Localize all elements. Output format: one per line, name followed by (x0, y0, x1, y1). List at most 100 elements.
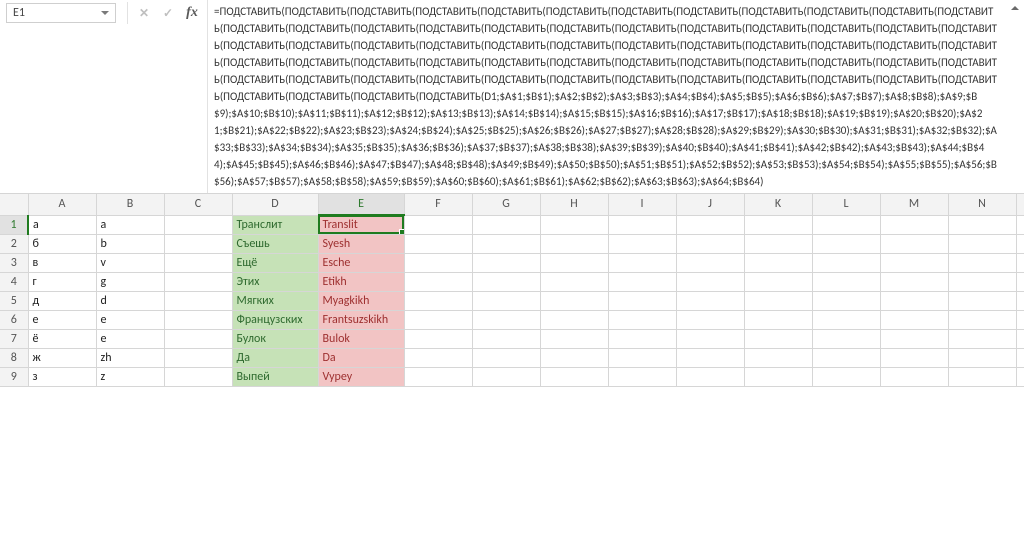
cell[interactable] (164, 329, 232, 348)
cell[interactable] (404, 367, 472, 386)
cell[interactable] (608, 272, 676, 291)
cell[interactable] (608, 310, 676, 329)
cell[interactable] (472, 367, 540, 386)
cell[interactable] (404, 215, 472, 234)
cell[interactable] (164, 234, 232, 253)
column-header[interactable]: M (880, 194, 948, 215)
row-header[interactable]: 7 (0, 329, 28, 348)
cell[interactable] (164, 215, 232, 234)
row-header[interactable]: 6 (0, 310, 28, 329)
cell[interactable] (404, 348, 472, 367)
cell[interactable] (812, 348, 880, 367)
spreadsheet-grid[interactable]: A B C D E F G H I J K L M N O 1аaТрансли… (0, 194, 1024, 387)
cell[interactable]: Выпей (232, 367, 318, 386)
cell[interactable] (676, 310, 744, 329)
column-header[interactable]: I (608, 194, 676, 215)
column-header[interactable]: H (540, 194, 608, 215)
row-header[interactable]: 2 (0, 234, 28, 253)
cell[interactable] (744, 348, 812, 367)
cell[interactable] (1016, 329, 1024, 348)
row-header[interactable]: 8 (0, 348, 28, 367)
cell[interactable]: Да (232, 348, 318, 367)
column-header[interactable]: E (318, 194, 404, 215)
cell[interactable] (812, 367, 880, 386)
cell[interactable] (404, 253, 472, 272)
cell[interactable] (880, 215, 948, 234)
cell[interactable] (472, 253, 540, 272)
enter-button[interactable]: ✓ (157, 3, 179, 23)
cell[interactable] (540, 367, 608, 386)
cell[interactable]: в (28, 253, 96, 272)
cell[interactable] (812, 272, 880, 291)
cell[interactable] (472, 291, 540, 310)
cell[interactable] (744, 234, 812, 253)
cell[interactable] (744, 215, 812, 234)
cell[interactable] (812, 234, 880, 253)
column-header[interactable]: L (812, 194, 880, 215)
cell[interactable] (608, 253, 676, 272)
cell[interactable] (744, 367, 812, 386)
cell[interactable] (812, 253, 880, 272)
cell[interactable] (608, 367, 676, 386)
cell[interactable] (164, 272, 232, 291)
cell[interactable] (880, 253, 948, 272)
cell[interactable]: Myagkikh (318, 291, 404, 310)
cell[interactable] (1016, 291, 1024, 310)
column-header[interactable]: C (164, 194, 232, 215)
cell[interactable] (404, 272, 472, 291)
cell[interactable] (472, 348, 540, 367)
cell[interactable] (948, 234, 1016, 253)
cell[interactable]: Da (318, 348, 404, 367)
cell[interactable]: Bulok (318, 329, 404, 348)
cell[interactable] (1016, 310, 1024, 329)
cell[interactable] (608, 329, 676, 348)
column-header[interactable]: N (948, 194, 1016, 215)
cell[interactable] (404, 329, 472, 348)
cell[interactable] (676, 291, 744, 310)
formula-bar-expand-button[interactable] (1006, 0, 1024, 10)
cell[interactable] (472, 234, 540, 253)
cell[interactable]: Мягких (232, 291, 318, 310)
cell[interactable]: Translit (318, 215, 404, 234)
cell[interactable] (676, 272, 744, 291)
column-header[interactable]: B (96, 194, 164, 215)
cell[interactable] (472, 272, 540, 291)
cell[interactable] (164, 367, 232, 386)
cell[interactable]: g (96, 272, 164, 291)
cell[interactable] (948, 291, 1016, 310)
cell[interactable] (812, 329, 880, 348)
cell[interactable] (404, 310, 472, 329)
formula-input[interactable]: =ПОДСТАВИТЬ(ПОДСТАВИТЬ(ПОДСТАВИТЬ(ПОДСТА… (207, 0, 1006, 193)
cell[interactable] (540, 253, 608, 272)
cell[interactable] (948, 367, 1016, 386)
row-header[interactable]: 1 (0, 215, 28, 234)
cell[interactable] (880, 272, 948, 291)
cell[interactable] (880, 234, 948, 253)
cell[interactable]: z (96, 367, 164, 386)
cell[interactable]: б (28, 234, 96, 253)
column-header[interactable]: F (404, 194, 472, 215)
row-header[interactable]: 5 (0, 291, 28, 310)
cell[interactable]: Etikh (318, 272, 404, 291)
column-header[interactable]: G (472, 194, 540, 215)
cell[interactable] (1016, 253, 1024, 272)
column-header[interactable]: J (676, 194, 744, 215)
cell[interactable] (540, 348, 608, 367)
cell[interactable] (948, 272, 1016, 291)
cell[interactable] (744, 291, 812, 310)
cell[interactable]: Frantsuzskikh (318, 310, 404, 329)
cell[interactable]: d (96, 291, 164, 310)
cell[interactable] (540, 291, 608, 310)
cell[interactable]: Esche (318, 253, 404, 272)
column-header[interactable]: A (28, 194, 96, 215)
chevron-down-icon[interactable] (101, 11, 109, 15)
cell[interactable] (540, 329, 608, 348)
cell[interactable] (1016, 348, 1024, 367)
cell[interactable] (880, 348, 948, 367)
cell[interactable] (948, 329, 1016, 348)
insert-function-button[interactable]: fx (181, 3, 203, 23)
cell[interactable]: Этих (232, 272, 318, 291)
cell[interactable] (676, 234, 744, 253)
cell[interactable] (404, 291, 472, 310)
cell[interactable] (948, 348, 1016, 367)
